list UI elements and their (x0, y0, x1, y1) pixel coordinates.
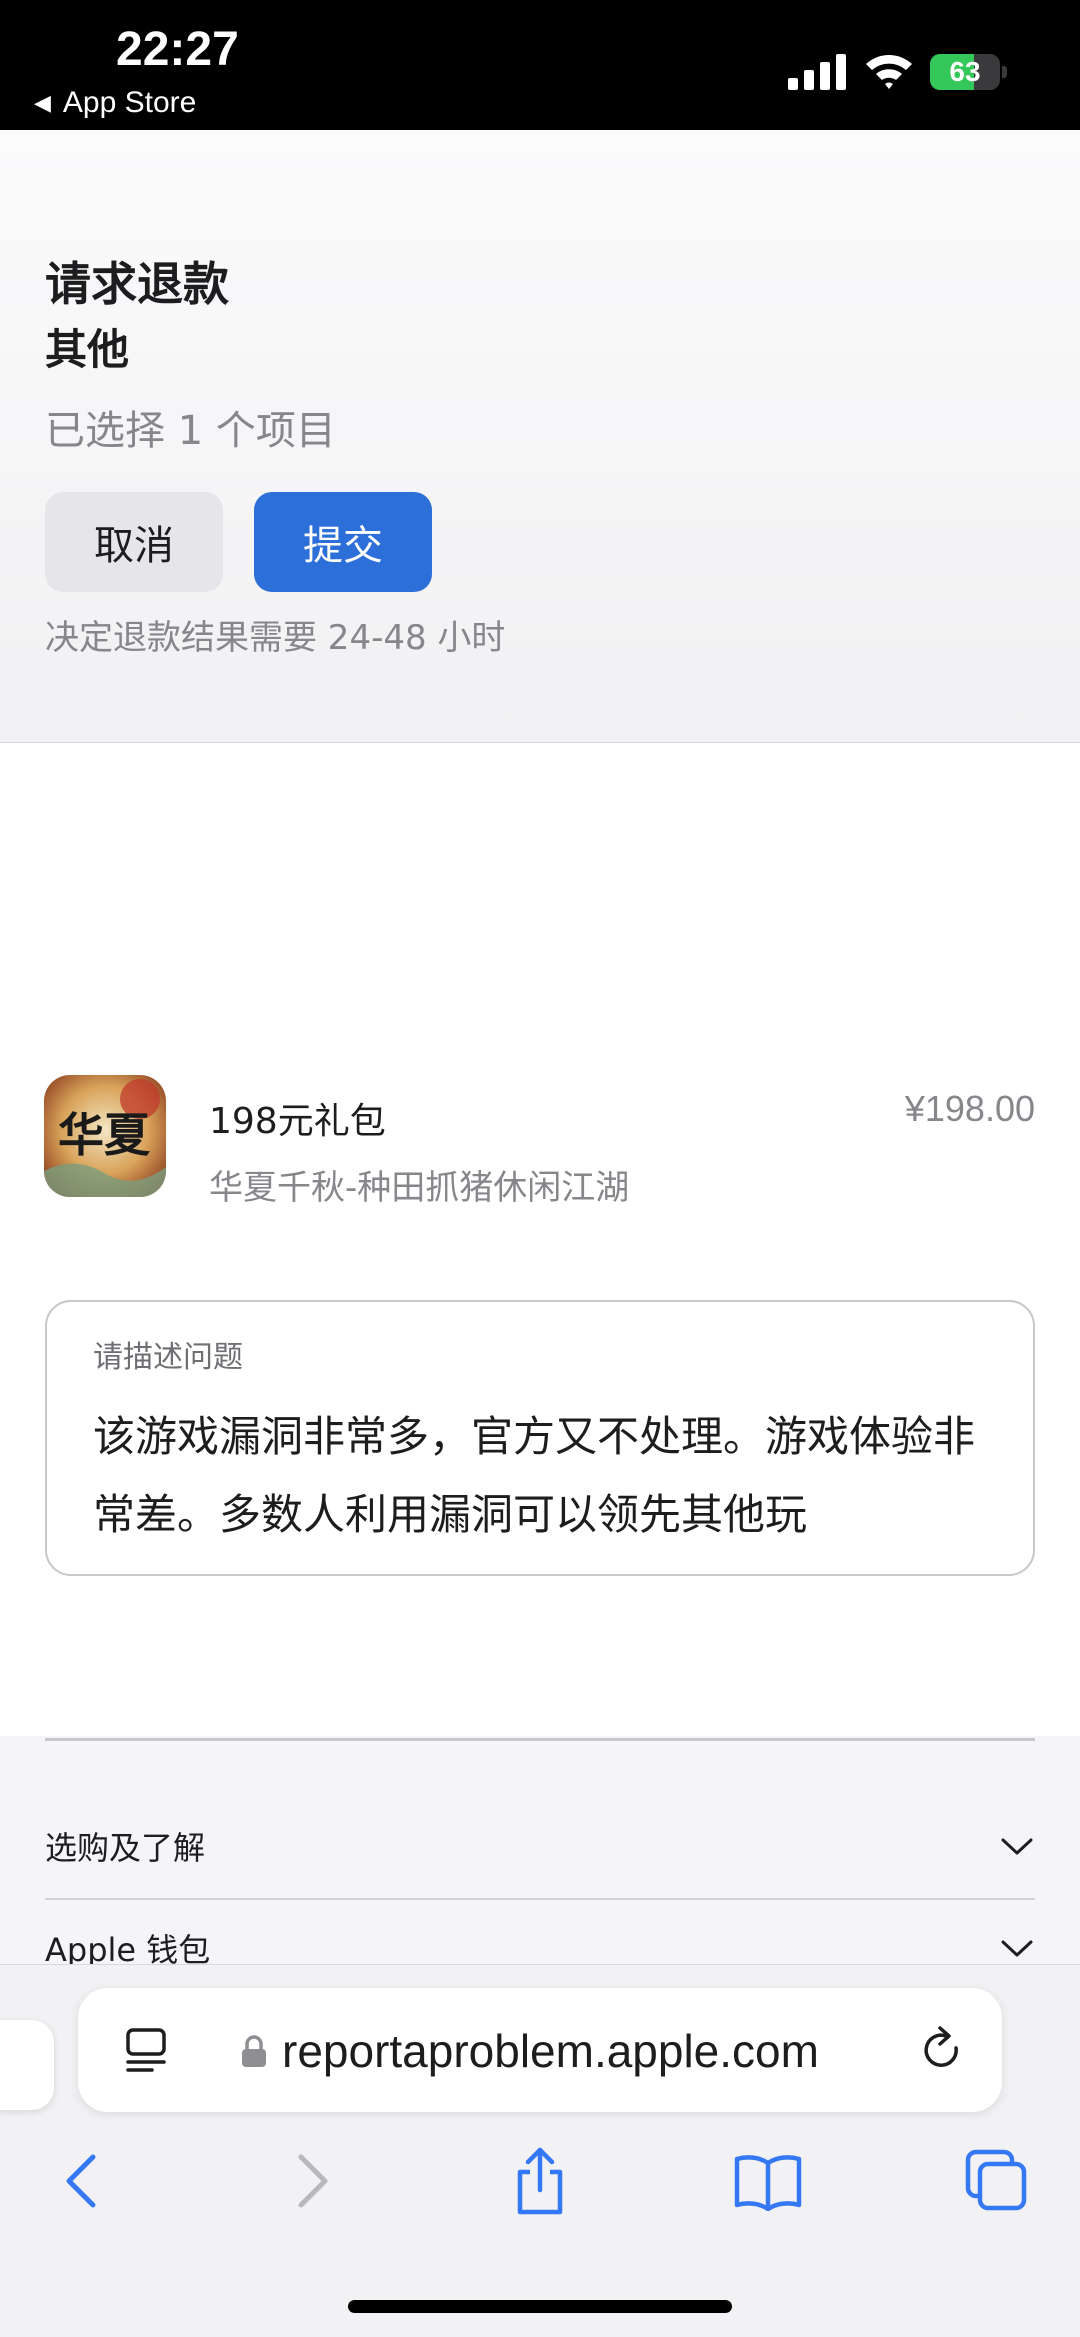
game-logo-text: 华夏 (58, 1108, 151, 1162)
description-label: 请描述问题 (93, 1340, 243, 1375)
status-time: 22:27 (116, 23, 239, 76)
battery-icon: 63 (930, 54, 1007, 90)
chevron-down-icon (1001, 1940, 1033, 1957)
product-app-name: 华夏千秋-种田抓猪休闲江湖 (209, 1168, 630, 1208)
product-name: 198元礼包 (209, 1101, 386, 1142)
footer-divider (45, 1898, 1035, 1900)
wifi-icon (866, 55, 912, 89)
share-button[interactable] (505, 2146, 575, 2216)
back-triangle-icon: ◀ (34, 90, 51, 115)
previous-tab-peek[interactable] (0, 2020, 54, 2110)
refund-timing-note: 决定退款结果需要 24-48 小时 (45, 618, 506, 658)
tabs-icon (965, 2149, 1027, 2211)
book-icon (734, 2155, 802, 2211)
selected-count: 已选择 1 个项目 (45, 408, 336, 454)
chevron-down-icon (1001, 1838, 1033, 1855)
forward-button[interactable] (278, 2146, 348, 2216)
page-menu-icon[interactable] (122, 2026, 170, 2074)
tabs-button[interactable] (962, 2146, 1032, 2216)
cancel-button[interactable]: 取消 (45, 492, 223, 592)
reload-icon[interactable] (918, 2026, 966, 2076)
page-title: 请求退款 (45, 257, 229, 311)
description-text[interactable]: 该游戏漏洞非常多，官方又不处理。游戏体验非常差。多数人利用漏洞可以领先其他玩 (93, 1398, 993, 1554)
refund-header-panel: 请求退款 其他 已选择 1 个项目 取消 提交 决定退款结果需要 24-48 小… (0, 130, 1080, 743)
product-price: ¥198.00 (904, 1088, 1035, 1129)
address-bar[interactable]: reportaproblem.apple.com (78, 1988, 1002, 2112)
chevron-left-icon (66, 2154, 96, 2208)
back-app-label: App Store (62, 86, 197, 119)
bookmarks-button[interactable] (733, 2146, 803, 2216)
chevron-right-icon (298, 2154, 328, 2208)
cellular-signal-icon (788, 54, 846, 90)
refund-reason: 其他 (45, 325, 130, 374)
footer-divider (45, 1738, 1035, 1741)
home-indicator (348, 2300, 732, 2313)
battery-percent: 63 (949, 56, 981, 87)
url-text[interactable]: reportaproblem.apple.com (282, 2024, 819, 2078)
footer-item-label: 选购及了解 (45, 1829, 206, 1867)
back-button[interactable] (46, 2146, 116, 2216)
problem-description-field[interactable]: 请描述问题 该游戏漏洞非常多，官方又不处理。游戏体验非常差。多数人利用漏洞可以领… (45, 1300, 1035, 1576)
game-logo-image: 华夏 (44, 1075, 166, 1197)
back-to-app-link[interactable]: ◀ App Store (34, 86, 196, 120)
submit-button[interactable]: 提交 (254, 492, 432, 592)
footer-item-shop-and-learn[interactable]: 选购及了解 (45, 1806, 1035, 1886)
share-icon (517, 2147, 563, 2215)
lock-icon (242, 2035, 266, 2067)
game-app-icon: 华夏 (44, 1075, 166, 1197)
status-bar: 22:27 ◀ App Store 63 (0, 0, 1080, 130)
